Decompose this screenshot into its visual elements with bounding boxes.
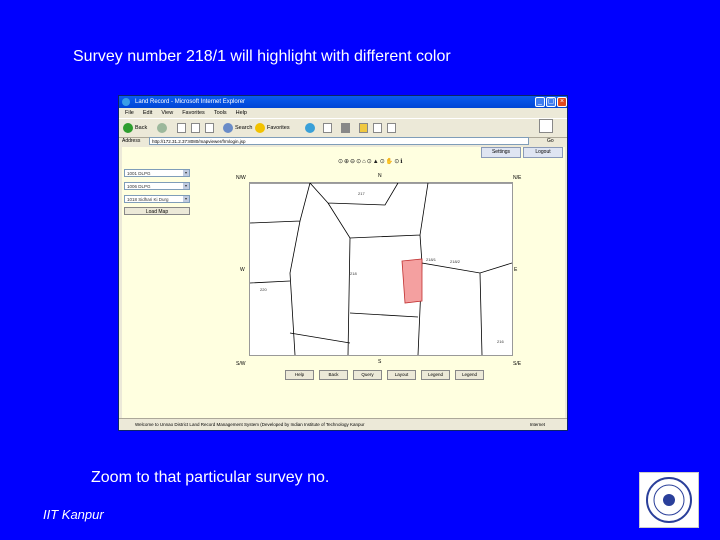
favorites-button[interactable]: Favorites bbox=[255, 122, 290, 134]
menu-tools[interactable]: Tools bbox=[214, 110, 227, 116]
chevron-down-icon: ▾ bbox=[183, 196, 189, 202]
search-button[interactable]: Search bbox=[223, 122, 252, 134]
mail-icon bbox=[323, 123, 332, 133]
history-button[interactable] bbox=[305, 122, 315, 134]
slide-title: Survey number 218/1 will highlight with … bbox=[73, 48, 451, 65]
load-map-button[interactable]: Load Map bbox=[124, 207, 190, 215]
back-button[interactable]: Back bbox=[123, 122, 147, 134]
action-button-row: Help Back Query Layout Legend Legend bbox=[285, 370, 484, 380]
cadastral-map: 218 218/1 217 218/2 216 220 bbox=[249, 182, 513, 356]
highlighted-parcel[interactable] bbox=[401, 258, 423, 304]
dir-ne: N/E bbox=[513, 175, 522, 181]
query-button[interactable]: Query bbox=[353, 370, 382, 380]
left-panel: 1001 DLPG ▾ 1006 DLPG ▾ 1018 Sidhari Ki Du… bbox=[122, 147, 202, 418]
go-button[interactable]: Go bbox=[547, 136, 554, 147]
menu-edit[interactable]: Edit bbox=[143, 110, 152, 116]
dir-sw: S/W bbox=[236, 361, 246, 367]
forward-arrow-icon bbox=[157, 123, 167, 133]
forward-button[interactable] bbox=[157, 122, 167, 134]
logout-tab[interactable]: Logout bbox=[523, 147, 563, 158]
window-title: Land Record - Microsoft Internet Explore… bbox=[135, 99, 246, 105]
institute-seal-icon bbox=[639, 472, 699, 528]
menu-favorites[interactable]: Favorites bbox=[182, 110, 205, 116]
dir-n: N bbox=[378, 173, 382, 179]
map-canvas[interactable]: 218 218/1 217 218/2 216 220 bbox=[249, 182, 513, 356]
discuss-button[interactable] bbox=[387, 122, 396, 134]
windows-logo-icon bbox=[539, 119, 553, 133]
back-map-button[interactable]: Back bbox=[319, 370, 348, 380]
star-icon bbox=[255, 123, 265, 133]
mail-button[interactable] bbox=[323, 122, 332, 134]
district-select[interactable]: 1001 DLPG ▾ bbox=[124, 169, 190, 177]
dir-nw: N/W bbox=[236, 175, 246, 181]
stop-button[interactable] bbox=[177, 122, 186, 134]
toolbar: Back Search Favorites bbox=[119, 118, 567, 138]
ie-throbber bbox=[539, 119, 553, 133]
dir-e: E bbox=[514, 267, 518, 273]
address-label: Address bbox=[122, 138, 141, 144]
status-zone: Internet bbox=[529, 422, 545, 427]
slide-caption: Zoom to that particular survey no. bbox=[91, 469, 330, 486]
parcel-label-217: 217 bbox=[358, 191, 365, 196]
refresh-icon bbox=[191, 123, 200, 133]
parcel-label-218-2: 218/2 bbox=[450, 259, 461, 264]
address-bar: Address http://172.31.2.37:8080/mapviewe… bbox=[119, 136, 567, 147]
folder-button[interactable] bbox=[359, 122, 368, 134]
dir-s: S bbox=[378, 359, 382, 365]
parcel-label-218: 218 bbox=[350, 271, 357, 276]
parcel-label-216: 216 bbox=[497, 339, 504, 344]
menu-view[interactable]: View bbox=[161, 110, 173, 116]
refresh-button[interactable] bbox=[191, 122, 200, 134]
print-button[interactable] bbox=[341, 122, 350, 134]
legend-button-2[interactable]: Legend bbox=[455, 370, 484, 380]
messenger-icon bbox=[373, 123, 382, 133]
chevron-down-icon: ▾ bbox=[183, 170, 189, 176]
stop-icon bbox=[177, 123, 186, 133]
village-select[interactable]: 1018 Sidhari Ki Durg ▾ bbox=[124, 195, 190, 203]
go-icon[interactable] bbox=[537, 136, 545, 144]
menu-bar: File Edit View Favorites Tools Help bbox=[119, 108, 567, 118]
home-icon bbox=[205, 123, 214, 133]
status-text: Welcome to Unnao District Land Record Ma… bbox=[135, 422, 365, 427]
settings-tab[interactable]: Settings bbox=[481, 147, 521, 158]
title-bar: Land Record - Microsoft Internet Explore… bbox=[119, 96, 567, 108]
close-button[interactable]: × bbox=[557, 97, 567, 107]
legend-button[interactable]: Legend bbox=[421, 370, 450, 380]
search-icon bbox=[223, 123, 233, 133]
messenger-button[interactable] bbox=[373, 122, 382, 134]
chevron-down-icon: ▾ bbox=[183, 183, 189, 189]
ie-icon bbox=[122, 98, 130, 106]
page-content: 1001 DLPG ▾ 1006 DLPG ▾ 1018 Sidhari Ki Du… bbox=[122, 147, 565, 418]
menu-file[interactable]: File bbox=[125, 110, 134, 116]
layout-button[interactable]: Layout bbox=[387, 370, 416, 380]
parcel-label-218-1: 218/1 bbox=[426, 257, 437, 262]
top-tabs: Settings Logout bbox=[479, 147, 563, 158]
menu-help[interactable]: Help bbox=[236, 110, 247, 116]
dir-se: S/E bbox=[513, 361, 522, 367]
footer-text: IIT Kanpur bbox=[43, 507, 104, 522]
home-button[interactable] bbox=[205, 122, 214, 134]
folder-icon bbox=[359, 123, 368, 133]
maximize-button[interactable]: ▢ bbox=[546, 97, 556, 107]
browser-window: Land Record - Microsoft Internet Explore… bbox=[118, 95, 568, 431]
parcel-label-220: 220 bbox=[260, 287, 267, 292]
minimize-button[interactable]: _ bbox=[535, 97, 545, 107]
help-button[interactable]: Help bbox=[285, 370, 314, 380]
discuss-icon bbox=[387, 123, 396, 133]
status-bar: Welcome to Unnao District Land Record Ma… bbox=[119, 418, 567, 430]
address-input[interactable]: http://172.31.2.37:8080/mapviewer/frmlog… bbox=[149, 137, 529, 145]
tehsil-select[interactable]: 1006 DLPG ▾ bbox=[124, 182, 190, 190]
print-icon bbox=[341, 123, 350, 133]
history-icon bbox=[305, 123, 315, 133]
dir-w: W bbox=[240, 267, 245, 273]
back-arrow-icon bbox=[123, 123, 133, 133]
map-tools[interactable]: ⊙⊕⊖⊙⌂⊙▲⊙✋⊙ℹ bbox=[338, 158, 404, 165]
